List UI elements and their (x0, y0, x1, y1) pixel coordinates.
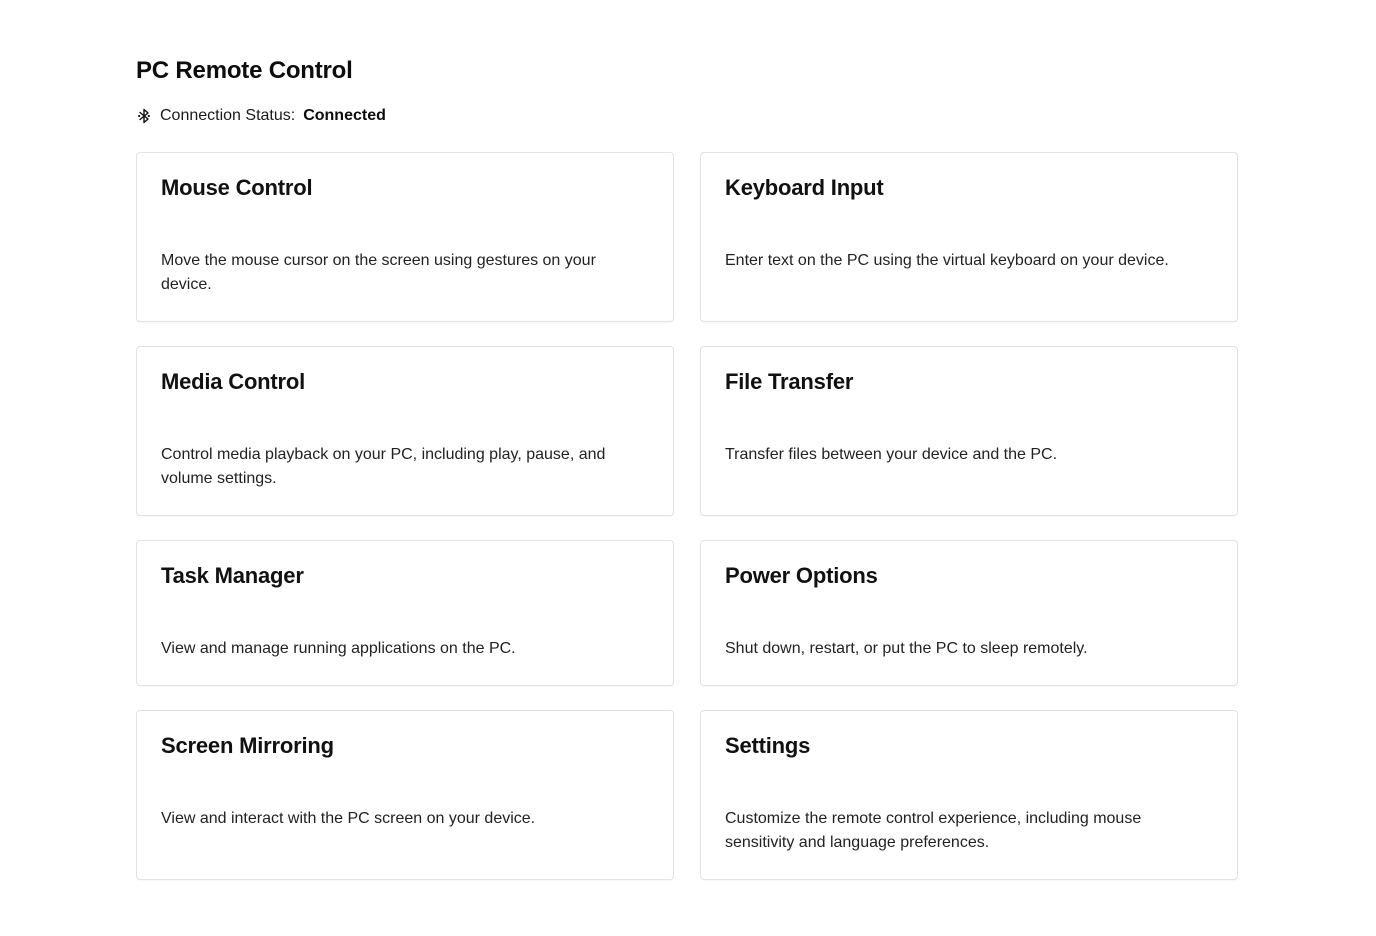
card-description: Customize the remote control experience,… (725, 810, 1142, 851)
card-task-manager[interactable]: Task Manager View and manage running app… (136, 540, 674, 686)
card-title: Settings (725, 733, 811, 758)
connection-status-value: Connected (303, 107, 386, 124)
card-file-transfer[interactable]: File Transfer Transfer files between you… (700, 346, 1238, 516)
card-title: Media Control (161, 369, 306, 394)
connection-status: Connection Status: Connected (136, 106, 386, 126)
card-title: Mouse Control (161, 175, 313, 200)
card-title: Task Manager (161, 563, 304, 588)
card-description: Control media playback on your PC, inclu… (161, 446, 606, 487)
card-description: Shut down, restart, or put the PC to sle… (725, 640, 1088, 657)
card-power-options[interactable]: Power Options Shut down, restart, or put… (700, 540, 1238, 686)
connection-status-label: Connection Status: (160, 107, 296, 124)
card-description: Enter text on the PC using the virtual k… (725, 252, 1169, 269)
card-keyboard-input[interactable]: Keyboard Input Enter text on the PC usin… (700, 152, 1238, 322)
bluetooth-icon (136, 108, 152, 124)
card-mouse-control[interactable]: Mouse Control Move the mouse cursor on t… (136, 152, 674, 322)
card-description: View and interact with the PC screen on … (161, 810, 536, 827)
card-title: File Transfer (725, 369, 854, 394)
card-title: Power Options (725, 563, 878, 588)
card-title: Keyboard Input (725, 175, 884, 200)
page-title: PC Remote Control (136, 57, 353, 84)
card-screen-mirroring[interactable]: Screen Mirroring View and interact with … (136, 710, 674, 880)
card-settings[interactable]: Settings Customize the remote control ex… (700, 710, 1238, 880)
card-description: Move the mouse cursor on the screen usin… (161, 252, 596, 293)
card-title: Screen Mirroring (161, 733, 334, 758)
card-media-control[interactable]: Media Control Control media playback on … (136, 346, 674, 516)
card-description: Transfer files between your device and t… (725, 446, 1058, 463)
card-description: View and manage running applications on … (161, 640, 516, 657)
